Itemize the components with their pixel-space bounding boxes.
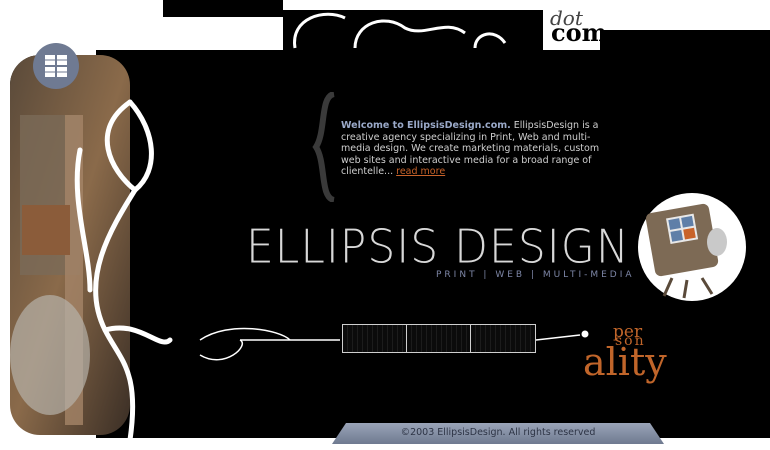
read-more-link[interactable]: read more (396, 166, 445, 177)
brand-title: ELLIPSIS DESIGN (246, 220, 630, 275)
personality-ality: ality (583, 340, 667, 384)
robot-box-icon (645, 203, 727, 299)
nav-cell-3[interactable] (470, 324, 536, 353)
welcome-bold: Welcome to EllipsisDesign.com. (341, 120, 511, 131)
nav-cell-1[interactable] (342, 324, 407, 353)
top-right-strip (600, 30, 770, 55)
page-stage: dot com Welcome to EllipsisDesign.com. E… (0, 0, 770, 450)
nav-cell-2[interactable] (406, 324, 471, 353)
curly-brace-icon (312, 92, 336, 202)
footer-copyright: ©2003 EllipsisDesign. All rights reserve… (400, 427, 596, 438)
welcome-text: Welcome to EllipsisDesign.com. EllipsisD… (341, 120, 611, 178)
menu-button[interactable] (33, 43, 79, 89)
grid-window-icon (45, 55, 67, 77)
header-ornament (293, 12, 507, 49)
top-header-strip (163, 0, 283, 17)
brand-tagline: PRINT | WEB | MULTI-MEDIA (436, 270, 635, 280)
nav-strip (342, 324, 536, 353)
com-text: com (551, 18, 608, 47)
